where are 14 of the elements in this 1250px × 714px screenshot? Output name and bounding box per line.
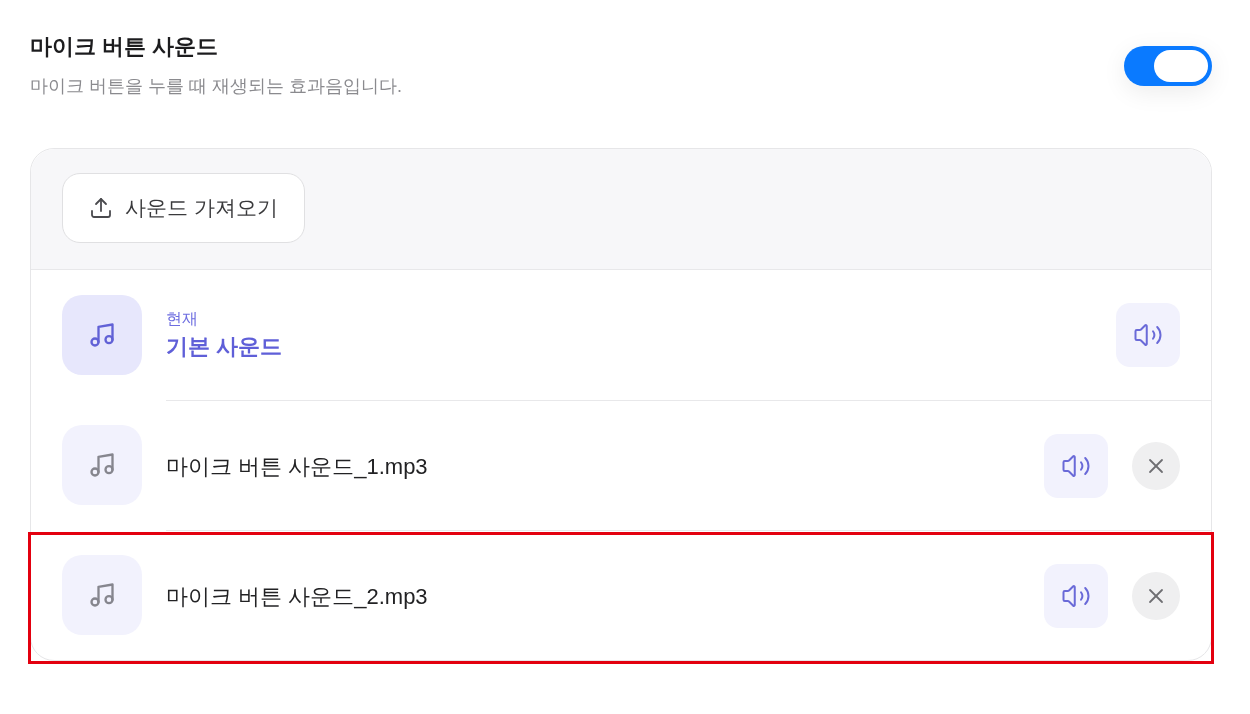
- setting-description: 마이크 버튼을 누를 때 재생되는 효과음입니다.: [30, 75, 402, 98]
- play-sound-button[interactable]: [1044, 563, 1108, 628]
- remove-button[interactable]: [1132, 571, 1180, 620]
- remove-button[interactable]: [1132, 441, 1180, 490]
- sound-name: 마이크 버튼 사운드_1.mp3: [166, 452, 429, 481]
- setting-title: 마이크 버튼 사운드: [30, 33, 220, 61]
- upload-icon: [89, 196, 113, 220]
- play-sound-button[interactable]: [1116, 303, 1180, 367]
- sound-name: 기본 사운드: [166, 333, 284, 361]
- toggle-switch[interactable]: [1124, 46, 1212, 86]
- import-sound-button[interactable]: 사운드 가져오기: [62, 173, 305, 243]
- play-sound-button[interactable]: [1044, 433, 1108, 498]
- current-caption: 현재: [166, 309, 199, 329]
- sound-name: 마이크 버튼 사운드_2.mp3: [166, 582, 429, 611]
